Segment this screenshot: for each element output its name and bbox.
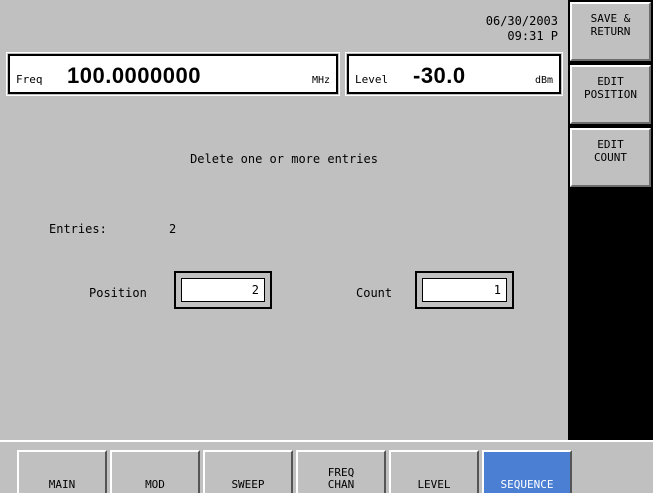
instrument-screen: 06/30/2003 09:31 P Freq 100.0000000 MHz … [0,0,653,493]
level-label: Level [355,73,389,86]
tab-sequence[interactable]: SEQUENCE [482,450,572,493]
instruction-message: Delete one or more entries [190,152,378,166]
frequency-value: 100.0000000 [67,63,201,88]
blank-softkey-6[interactable] [570,317,651,376]
tab-mod-label: MOD [145,478,165,491]
blank-softkey-7[interactable] [570,380,651,439]
tab-level[interactable]: LEVEL [389,450,479,493]
edit-position-softkey[interactable]: EDIT POSITION [570,65,651,124]
menu-tab-bar: MAIN MOD SWEEP FREQ CHAN LEVEL SEQUENCE [0,440,653,493]
save-return-softkey[interactable]: SAVE & RETURN [570,2,651,61]
level-readout[interactable]: Level -30.0 dBm [345,52,563,96]
position-input[interactable]: 2 [181,278,265,302]
tab-sweep-label: SWEEP [231,478,265,491]
blank-softkey-4[interactable] [570,191,651,250]
entries-label: Entries: [49,222,107,236]
blank-softkey-5[interactable] [570,254,651,313]
position-label: Position [89,286,147,300]
tab-main[interactable]: MAIN [17,450,107,493]
softkey-panel: SAVE & RETURN EDIT POSITION EDIT COUNT [568,0,653,440]
tab-sweep[interactable]: SWEEP [203,450,293,493]
position-field-frame: 2 [174,271,272,309]
date-text: 06/30/2003 [485,14,558,28]
count-field-frame: 1 [415,271,514,309]
count-label: Count [356,286,393,300]
tab-freq-chan-label: FREQ CHAN [327,466,355,491]
tab-freq-chan[interactable]: FREQ CHAN [296,450,386,493]
tab-sequence-label: SEQUENCE [500,478,554,491]
count-input[interactable]: 1 [422,278,507,302]
tab-level-label: LEVEL [417,478,451,491]
datetime-display: 06/30/2003 09:31 P [486,14,558,44]
tab-main-label: MAIN [48,478,76,491]
frequency-unit: MHz [311,75,330,86]
frequency-readout[interactable]: Freq 100.0000000 MHz [6,52,340,96]
edit-count-softkey[interactable]: EDIT COUNT [570,128,651,187]
entries-value: 2 [169,222,177,236]
level-unit: dBm [534,75,553,86]
level-value: -30.0 [413,63,466,88]
time-text: 09:31 P [507,29,558,43]
tab-mod[interactable]: MOD [110,450,200,493]
frequency-label: Freq [16,73,43,86]
